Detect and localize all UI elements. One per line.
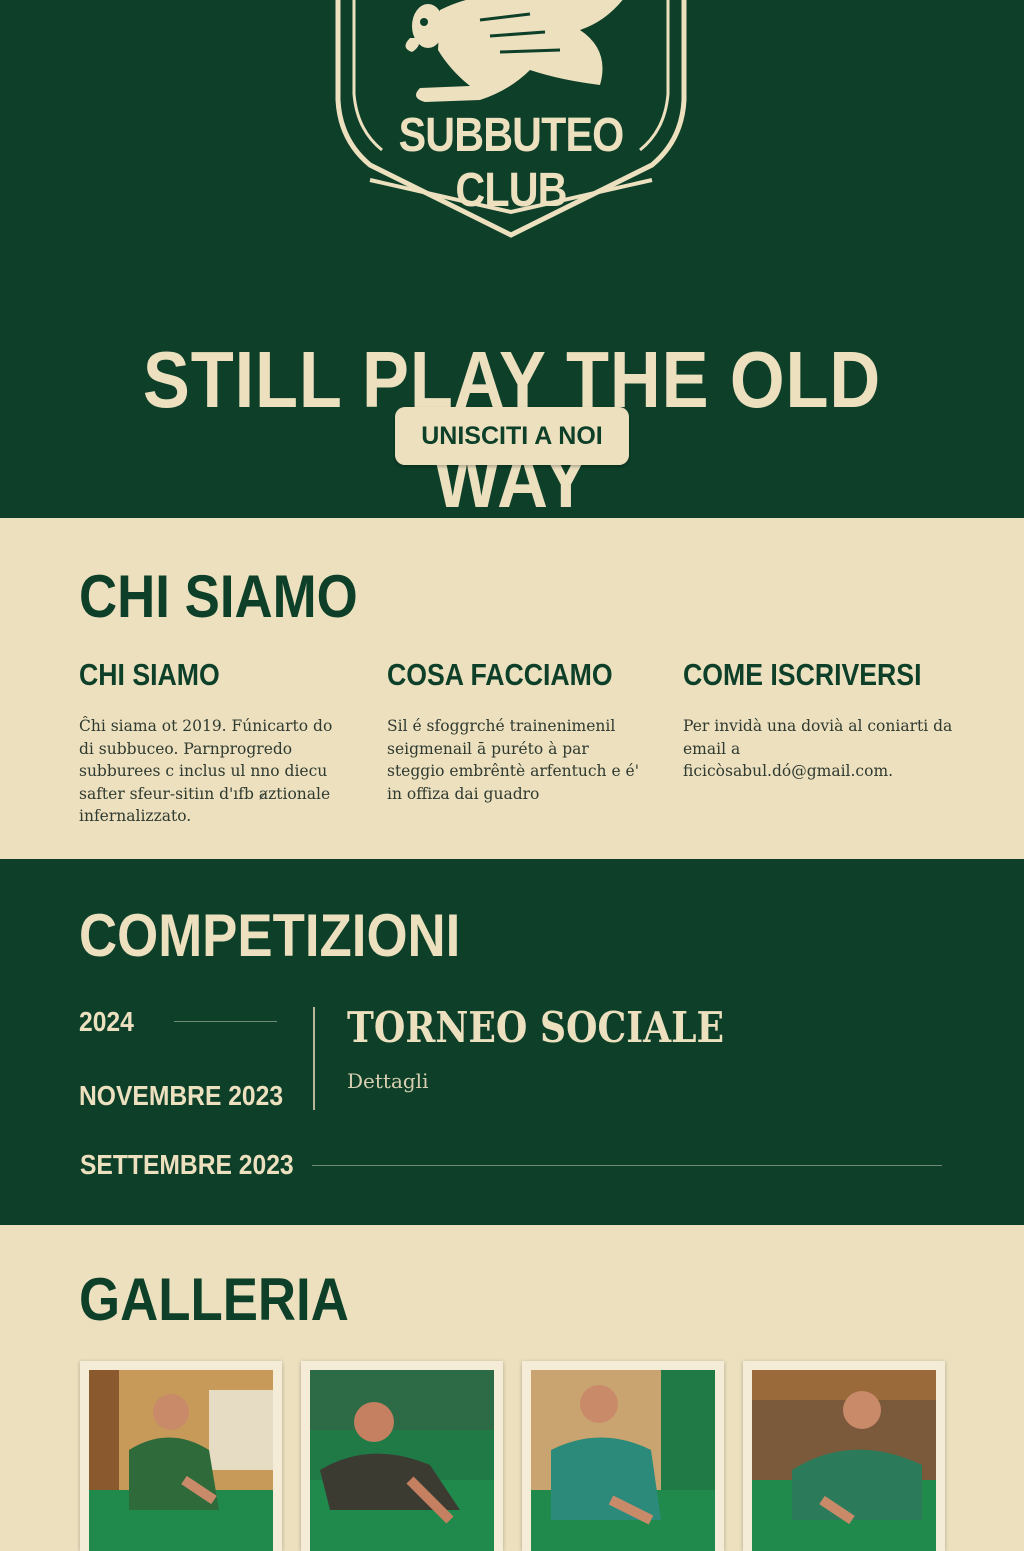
gallery-section: GALLERIA	[0, 1225, 1024, 1551]
competition-date-2024[interactable]: 2024	[79, 1005, 134, 1039]
about-title: CHI SIAMO	[79, 563, 358, 630]
photo-player-3	[531, 1370, 715, 1551]
column-heading: COME ISCRIVERSI	[683, 657, 922, 692]
gallery-photo-1[interactable]	[80, 1361, 282, 1551]
competition-date-nov-2023[interactable]: NOVEMBRE 2023	[79, 1079, 283, 1113]
gallery-photo-2[interactable]	[301, 1361, 503, 1551]
column-text: Sil é sfoggrché trainenimenil seigmenail…	[387, 717, 639, 803]
about-section: CHI SIAMO CHI SIAMO Ĉhi siama ot 2019. F…	[0, 518, 1024, 859]
gallery-title: GALLERIA	[79, 1266, 349, 1333]
eagle-icon	[405, 0, 623, 102]
hero-section: SUBBUTEO CLUB STILL PLAY THE OLD WAY UNI…	[0, 0, 1024, 518]
event-title: TORNEO SOCIALE	[347, 1003, 725, 1052]
column-heading: CHI SIAMO	[79, 657, 220, 692]
event-details-link[interactable]: Dettagli	[347, 1067, 428, 1095]
club-crest-logo: SUBBUTEO CLUB	[330, 0, 692, 240]
column-text: Ĉhi siama ot 2019. Fúnicarto do di subbu…	[79, 717, 333, 825]
gallery-photo-4[interactable]	[743, 1361, 945, 1551]
competition-date-sep-2023[interactable]: SETTEMBRE 2023	[80, 1148, 294, 1182]
crest-club-name: SUBBUTEO CLUB	[398, 109, 625, 217]
about-column-who: CHI SIAMO Ĉhi siama ot 2019. Fúnicarto d…	[79, 655, 349, 828]
date-divider	[312, 1165, 942, 1166]
competitions-title: COMPETIZIONI	[79, 902, 461, 969]
about-column-join: COME ISCRIVERSI Per invidà una dovià al …	[683, 655, 953, 783]
date-divider	[174, 1021, 277, 1022]
photo-player-4	[752, 1370, 936, 1551]
photo-player-2	[310, 1370, 494, 1551]
column-text: Per invidà una dovià al coniarti da emai…	[683, 717, 953, 780]
competitions-section: COMPETIZIONI 2024 NOVEMBRE 2023 SETTEMBR…	[0, 859, 1024, 1225]
about-column-what: COSA FACCIAMO Sil é sfoggrché trainenime…	[387, 655, 649, 805]
timeline-line	[313, 1007, 315, 1110]
gallery-photo-3[interactable]	[522, 1361, 724, 1551]
join-button[interactable]: UNISCITI A NOI	[395, 407, 629, 465]
column-heading: COSA FACCIAMO	[387, 657, 613, 692]
photo-player-1	[89, 1370, 273, 1551]
